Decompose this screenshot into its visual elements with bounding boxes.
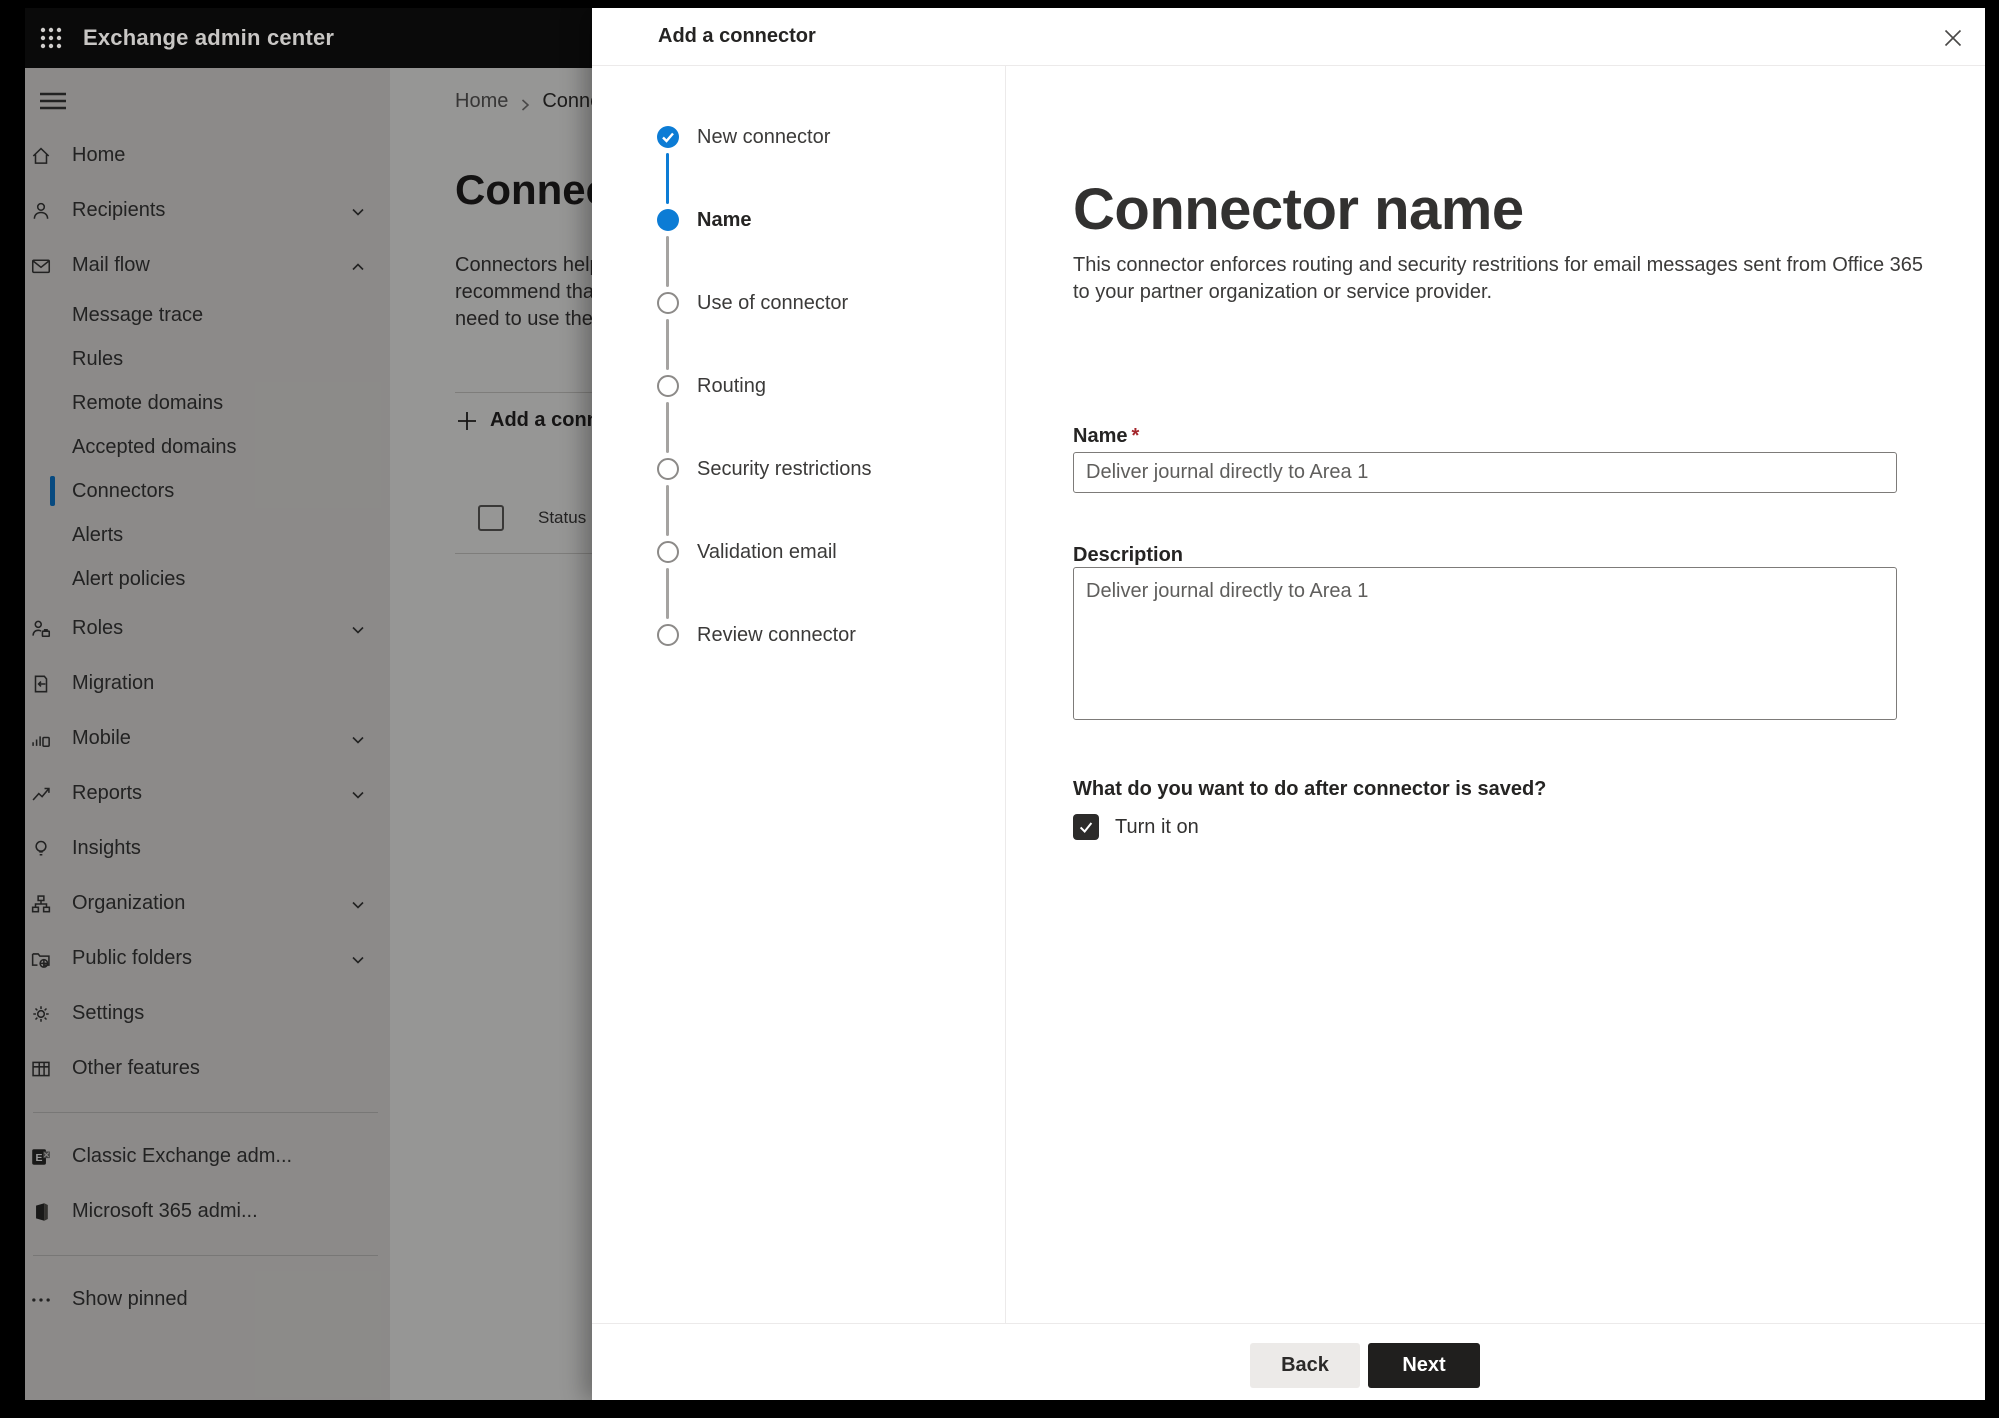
next-button[interactable]: Next — [1368, 1343, 1480, 1388]
add-connector-dialog: Add a connector New connector Name Use of … — [592, 8, 1985, 1400]
name-field-label: Name * — [1073, 425, 1140, 447]
wizard-page-heading: Connector name — [1073, 177, 1524, 242]
step-new-connector[interactable]: New connector — [697, 126, 830, 148]
description-textarea[interactable]: Deliver journal directly to Area 1 — [1073, 567, 1897, 720]
close-icon — [1944, 29, 1962, 47]
step-circle-security-restrictions — [657, 458, 679, 480]
back-button[interactable]: Back — [1250, 1343, 1360, 1388]
name-input[interactable] — [1073, 452, 1897, 493]
step-name[interactable]: Name — [697, 209, 751, 231]
step-connector-line — [666, 153, 669, 204]
step-circle-use-of-connector — [657, 292, 679, 314]
dialog-header: Add a connector — [592, 8, 1985, 66]
description-field-label: Description — [1073, 544, 1184, 566]
checkbox-checked-icon — [1073, 814, 1099, 840]
step-circle-name — [657, 209, 679, 231]
step-connector-line — [666, 402, 669, 453]
step-connector-line — [666, 319, 669, 370]
step-validation-email[interactable]: Validation email — [697, 541, 837, 563]
step-routing[interactable]: Routing — [697, 375, 766, 397]
wizard-stepper: New connector Name Use of connector Routing… — [592, 65, 1006, 1323]
screen: Exchange admin center Home Recipients Mail… — [25, 8, 1985, 1400]
step-circle-review-connector — [657, 624, 679, 646]
step-circle-new-connector — [657, 126, 679, 148]
step-connector-line — [666, 485, 669, 536]
step-connector-line — [666, 236, 669, 287]
close-button[interactable] — [1935, 20, 1971, 56]
step-review-connector[interactable]: Review connector — [697, 624, 856, 646]
step-use-of-connector[interactable]: Use of connector — [697, 292, 848, 314]
dialog-title: Add a connector — [658, 25, 816, 47]
after-save-question: What do you want to do after connector i… — [1073, 778, 1547, 800]
step-security-restrictions[interactable]: Security restrictions — [697, 458, 872, 480]
turn-it-on-label: Turn it on — [1115, 815, 1199, 838]
wizard-page-description: This connector enforces routing and secu… — [1073, 254, 1924, 303]
footer-divider — [592, 1323, 1985, 1324]
step-circle-routing — [657, 375, 679, 397]
turn-it-on-checkbox[interactable]: Turn it on — [1073, 814, 1199, 840]
waffle-icon — [40, 27, 62, 49]
required-asterisk: * — [1131, 425, 1140, 447]
step-connector-line — [666, 568, 669, 619]
app-launcher-icon[interactable] — [31, 18, 71, 58]
app-title: Exchange admin center — [83, 25, 335, 50]
step-circle-validation-email — [657, 541, 679, 563]
